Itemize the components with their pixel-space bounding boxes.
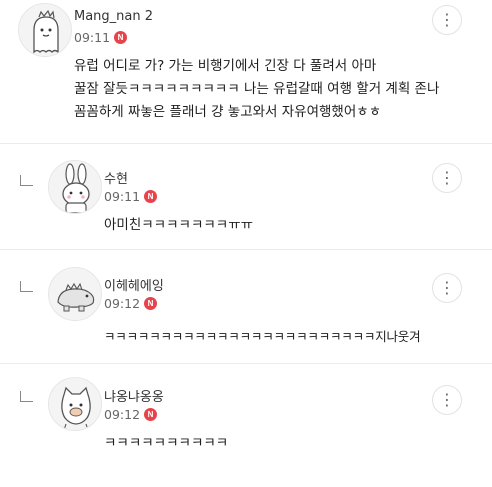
reply-comment: 수현 09:11 N 아미친ㅋㅋㅋㅋㅋㅋㅋㅠㅠ ⋮ xyxy=(0,143,492,249)
author-name[interactable]: 이헤헤에잉 xyxy=(104,275,164,294)
new-badge: N xyxy=(144,297,158,310)
timestamp: 09:11 xyxy=(74,30,111,45)
new-badge: N xyxy=(144,190,158,203)
comment-meta: 09:12 N xyxy=(104,296,158,311)
avatar[interactable] xyxy=(18,3,72,57)
comment-line: 꼼꼼하게 짜놓은 플래너 걍 놓고와서 자유여행했어ㅎㅎ xyxy=(74,104,382,120)
comment-line: 꿀잠 잘듯ㅋㅋㅋㅋㅋㅋㅋㅋㅋ 나는 유럽갈때 여행 할거 계획 존나 xyxy=(74,81,440,97)
avatar[interactable] xyxy=(48,160,102,214)
comment-meta: 09:12 N xyxy=(104,407,158,422)
ghost-character-icon xyxy=(19,4,71,56)
comment-text: ㅋㅋㅋㅋㅋㅋㅋㅋㅋㅋ xyxy=(104,432,228,455)
comment-meta: 09:11 N xyxy=(104,189,158,204)
comment-text: 아미친ㅋㅋㅋㅋㅋㅋㅋㅠㅠ xyxy=(104,214,253,237)
author-name[interactable]: Mang_nan 2 xyxy=(74,9,153,24)
author-name[interactable]: 수현 xyxy=(104,168,128,187)
new-badge: N xyxy=(144,408,158,421)
new-badge: N xyxy=(114,31,128,44)
comment-line: ㅋㅋㅋㅋㅋㅋㅋㅋㅋㅋㅋㅋㅋㅋㅋㅋㅋㅋㅋㅋㅋㅋㅋㅋ지나웃겨 xyxy=(104,329,421,344)
reply-comment: 냐옹냐옹옹 09:12 N ㅋㅋㅋㅋㅋㅋㅋㅋㅋㅋ ⋮ xyxy=(0,363,492,487)
timestamp: 09:11 xyxy=(104,189,141,204)
comment-line: 유럽 어디로 가? 가는 비행기에서 긴장 다 풀려서 아마 xyxy=(74,58,377,74)
comment-thread: Mang_nan 2 09:11 N 유럽 어디로 가? 가는 비행기에서 긴장… xyxy=(0,0,492,487)
avatar[interactable] xyxy=(48,377,102,431)
comment: Mang_nan 2 09:11 N 유럽 어디로 가? 가는 비행기에서 긴장… xyxy=(0,0,492,143)
more-options-button[interactable]: ⋮ xyxy=(432,385,462,415)
cat-character-icon xyxy=(49,378,101,430)
comment-text: 유럽 어디로 가? 가는 비행기에서 긴장 다 풀려서 아마 꿀잠 잘듯ㅋㅋㅋㅋ… xyxy=(74,55,439,124)
more-options-button[interactable]: ⋮ xyxy=(432,5,462,35)
dinosaur-character-icon xyxy=(49,268,101,320)
timestamp: 09:12 xyxy=(104,296,141,311)
vertical-dots-icon: ⋮ xyxy=(439,10,455,29)
reply-comment: 이헤헤에잉 09:12 N ㅋㅋㅋㅋㅋㅋㅋㅋㅋㅋㅋㅋㅋㅋㅋㅋㅋㅋㅋㅋㅋㅋㅋㅋ지나… xyxy=(0,249,492,363)
vertical-dots-icon: ⋮ xyxy=(439,278,455,297)
comment-line: 아미친ㅋㅋㅋㅋㅋㅋㅋㅠㅠ xyxy=(104,217,254,233)
vertical-dots-icon: ⋮ xyxy=(439,390,455,409)
more-options-button[interactable]: ⋮ xyxy=(432,163,462,193)
timestamp: 09:12 xyxy=(104,407,141,422)
more-options-button[interactable]: ⋮ xyxy=(432,273,462,303)
comment-line: ㅋㅋㅋㅋㅋㅋㅋㅋㅋㅋ xyxy=(104,435,229,451)
reply-arrow-icon xyxy=(20,281,33,292)
comment-text: ㅋㅋㅋㅋㅋㅋㅋㅋㅋㅋㅋㅋㅋㅋㅋㅋㅋㅋㅋㅋㅋㅋㅋㅋ지나웃겨 xyxy=(104,325,421,348)
vertical-dots-icon: ⋮ xyxy=(439,168,455,187)
avatar[interactable] xyxy=(48,267,102,321)
reply-arrow-icon xyxy=(20,391,33,402)
comment-meta: 09:11 N xyxy=(74,30,128,45)
author-name[interactable]: 냐옹냐옹옹 xyxy=(104,386,164,405)
reply-arrow-icon xyxy=(20,175,33,186)
rabbit-character-icon xyxy=(49,161,101,213)
